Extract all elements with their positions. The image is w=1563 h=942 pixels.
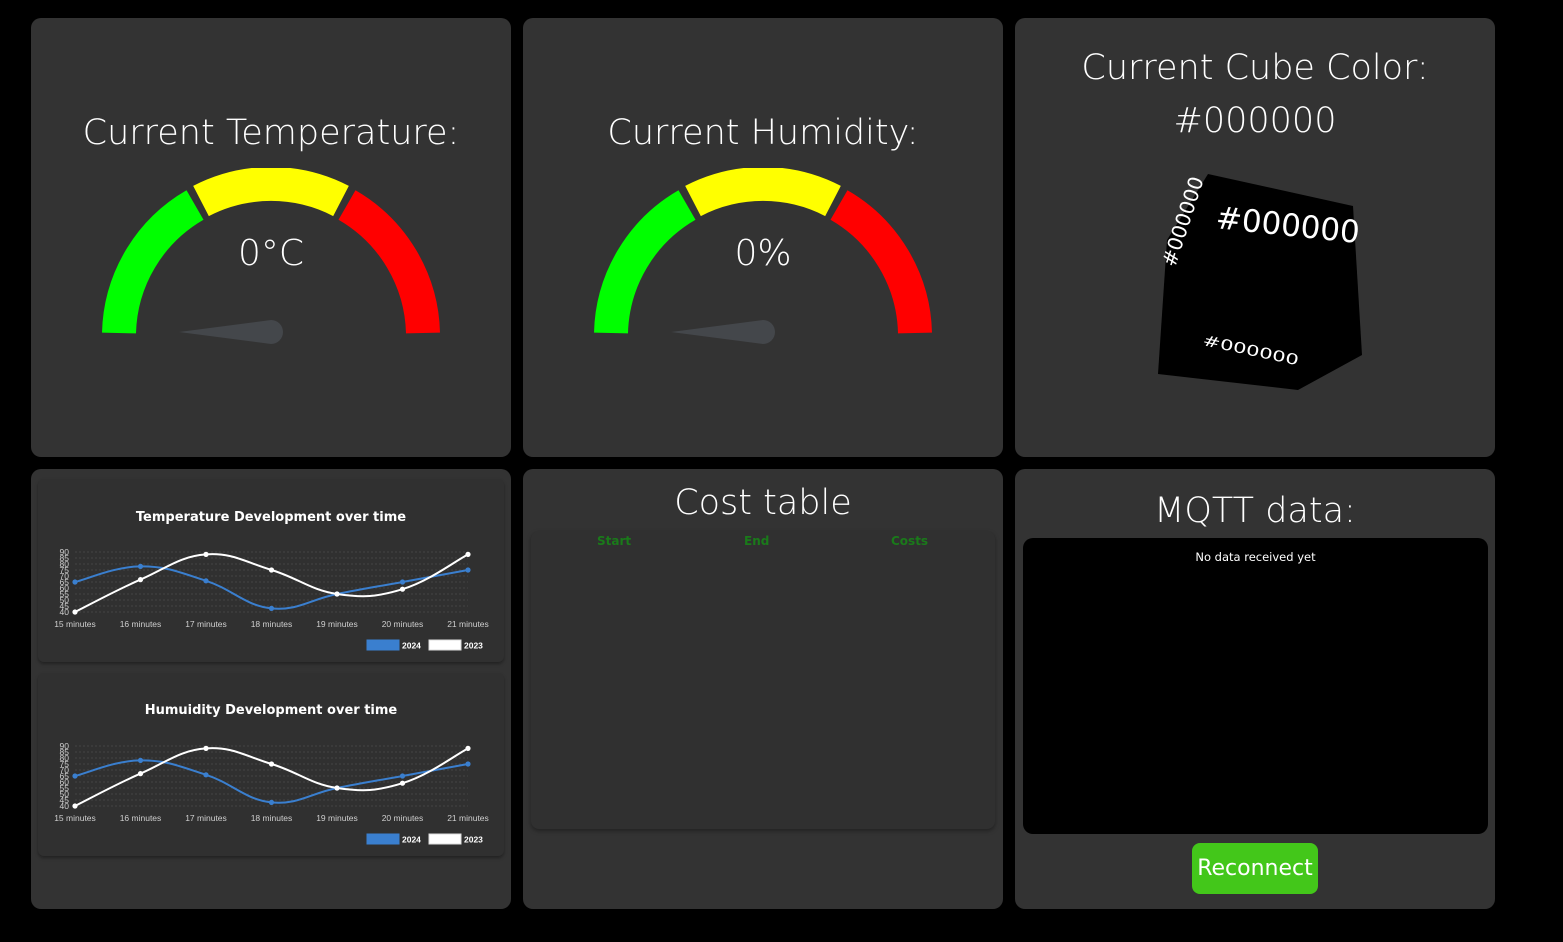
data-point-2023 [268, 567, 275, 573]
data-point-2023 [72, 803, 78, 809]
cost-table-title: Cost table [674, 483, 852, 523]
data-point-2024 [72, 579, 78, 585]
data-point-2023 [465, 745, 471, 751]
humidity-chart-panel: Humuidity Development over time 40 45 50 55… [38, 673, 504, 856]
legend-swatch-2024 [366, 833, 400, 845]
chart-plot-area: 404550556065707580859015 minutes 16 minut… [54, 741, 489, 845]
data-point-2024 [268, 799, 275, 805]
x-tick-label: 20 minutes [382, 619, 424, 629]
x-tick-label: 17 minutes [185, 619, 227, 629]
humidity-value: 0% [734, 233, 792, 274]
x-tick-label: 16 minutes [120, 619, 162, 629]
x-tick-label: 19 minutes [316, 813, 358, 823]
gauge-needle [179, 320, 283, 344]
series-line-2023 [74, 747, 469, 807]
data-point-2024 [137, 563, 144, 569]
gauge-arc-mid [193, 168, 349, 217]
data-point-2023 [203, 551, 209, 557]
data-point-2024 [137, 757, 144, 763]
data-point-2023 [399, 780, 406, 786]
chart-plot-area: 404550556065707580859015 minutes 16 minut… [54, 547, 489, 651]
mqtt-card: MQTT data: No data received yet Reconnec… [1015, 469, 1495, 909]
temperature-value: 0°C [237, 233, 305, 274]
cost-header-costs: Costs [891, 534, 929, 548]
humidity-card: Current Humidity: 0% [523, 18, 1003, 457]
humidity-line-chart: Humuidity Development over time 40455055… [54, 703, 489, 845]
legend-swatch-2024 [366, 639, 400, 651]
x-tick-label: 16 minutes [120, 813, 162, 823]
data-point-2024 [203, 578, 209, 584]
mqtt-title: MQTT data: [1154, 491, 1356, 531]
data-point-2023 [399, 586, 406, 592]
data-point-2024 [72, 773, 78, 779]
data-point-2023 [268, 761, 275, 767]
data-point-2024 [465, 567, 471, 573]
cube-card: Current Cube Color: #000000 #000000 #000… [1015, 18, 1495, 457]
color-cube[interactable]: #000000 #000000 #000000 [1155, 168, 1370, 398]
gauge-needle [671, 320, 775, 344]
cost-header-start: Start [597, 534, 632, 548]
cost-header-end: End [744, 534, 770, 548]
data-point-2023 [334, 785, 340, 791]
legend-swatch-2023 [428, 639, 462, 651]
data-point-2023 [334, 591, 340, 597]
chart-title: Humuidity Development over time [145, 703, 398, 718]
x-tick-label: 18 minutes [251, 619, 293, 629]
temperature-chart-panel: Temperature Development over time 40 45 50… [38, 479, 504, 662]
legend-label-2023: 2023 [464, 835, 483, 845]
data-point-2024 [203, 772, 209, 778]
temperature-card: Current Temperature: 0°C [31, 18, 511, 457]
mqtt-status-message: No data received yet [1195, 550, 1316, 564]
reconnect-button[interactable]: Reconnect [1192, 843, 1318, 894]
data-point-2023 [72, 609, 78, 615]
cost-card: Cost table Start End Costs [523, 469, 1003, 909]
temperature-line-chart: Temperature Development over time 404550… [54, 510, 489, 651]
cost-table: Start End Costs [531, 531, 995, 829]
x-tick-label: 21 minutes [447, 813, 489, 823]
data-point-2024 [399, 773, 406, 779]
x-tick-label: 20 minutes [382, 813, 424, 823]
x-tick-label: 15 minutes [54, 813, 96, 823]
data-point-2023 [137, 771, 144, 777]
data-point-2024 [399, 579, 406, 585]
chart-title: Temperature Development over time [136, 510, 406, 525]
legend-label-2024: 2024 [402, 835, 421, 845]
humidity-title: Current Humidity: [607, 113, 919, 153]
cube-title: Current Cube Color: #000000 [1015, 42, 1495, 148]
data-point-2024 [268, 605, 275, 611]
data-point-2023 [465, 551, 471, 557]
x-tick-label: 19 minutes [316, 619, 358, 629]
x-tick-label: 17 minutes [185, 813, 227, 823]
legend-swatch-2023 [428, 833, 462, 845]
legend-label-2023: 2023 [464, 641, 483, 651]
y-tick-label: 90 [60, 741, 70, 751]
data-point-2023 [137, 577, 144, 583]
x-tick-label: 15 minutes [54, 619, 96, 629]
cube-color-value: #000000 [1173, 101, 1337, 141]
temperature-title: Current Temperature: [82, 113, 460, 153]
legend-label-2024: 2024 [402, 641, 421, 651]
charts-card: Temperature Development over time 40 45 50… [31, 469, 511, 909]
y-tick-label: 90 [60, 547, 70, 557]
data-point-2023 [203, 745, 209, 751]
x-tick-label: 21 minutes [447, 619, 489, 629]
cube-title-label: Current Cube Color: [1081, 48, 1429, 88]
series-line-2023 [74, 553, 469, 613]
data-point-2024 [465, 761, 471, 767]
gauge-arc-mid [685, 168, 841, 217]
x-tick-label: 18 minutes [251, 813, 293, 823]
mqtt-log[interactable]: No data received yet [1023, 538, 1488, 834]
